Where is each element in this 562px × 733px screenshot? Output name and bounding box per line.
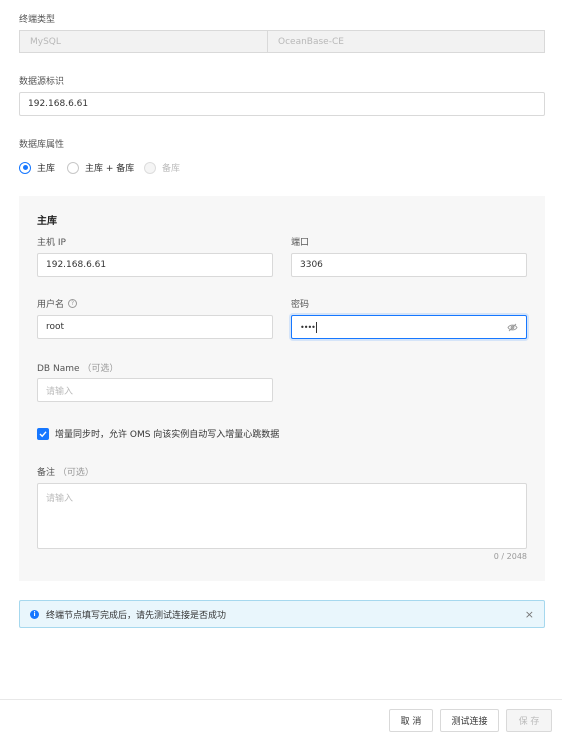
user-input[interactable]: root [37,315,273,339]
endpoint-type-label: 终端类型 [19,15,56,25]
alert-text: 终端节点填写完成后，请先测试连接是否成功 [46,610,227,621]
text-cursor [315,321,317,333]
endpoint-type-oceanbase[interactable]: OceanBase-CE [267,30,545,53]
password-value-wrap: •••• [300,321,317,333]
note-textarea[interactable]: 请输入 [37,483,527,549]
dbname-label: DB Name [37,364,80,374]
radio-primary-standby-dot [67,161,79,174]
save-button[interactable]: 保 存 [506,709,552,732]
password-input[interactable]: •••• [291,315,527,339]
radio-primary-label: 主库 [37,164,56,174]
radio-standby[interactable]: 备库 [144,161,180,174]
note-label-row: 备注 （可选） [37,465,94,478]
cancel-button[interactable]: 取 消 [389,709,433,732]
endpoint-type-mysql[interactable]: MySQL [19,30,268,53]
db-attr-label: 数据库属性 [19,140,65,150]
dbname-label-row: DB Name （可选） [37,361,118,374]
datasource-id-input[interactable]: 192.168.6.61 [19,92,545,116]
heartbeat-checkbox-row[interactable]: 增量同步时，允许 OMS 向该实例自动写入增量心跳数据 [37,427,279,440]
note-optional: （可选） [57,468,94,478]
dbname-input[interactable]: 请输入 [37,378,273,402]
user-label: 用户名 [37,300,65,310]
note-label: 备注 [37,468,56,478]
host-label: 主机 IP [37,238,66,248]
help-icon[interactable]: ? [68,299,78,308]
radio-primary[interactable]: 主库 [19,161,55,174]
radio-primary-standby[interactable]: 主库 + 备库 [67,161,134,174]
primary-title: 主库 [37,216,57,227]
radio-primary-standby-label: 主库 + 备库 [85,164,135,174]
user-label-row: 用户名 ? [37,297,78,310]
eye-invisible-icon[interactable] [507,323,518,332]
radio-primary-dot [19,161,31,174]
dbname-optional: （可选） [82,364,119,374]
heartbeat-label: 增量同步时，允许 OMS 向该实例自动写入增量心跳数据 [55,430,280,440]
port-input[interactable]: 3306 [291,253,527,277]
password-label: 密码 [291,300,310,310]
checkbox-checked-icon[interactable] [37,427,49,440]
radio-standby-dot [144,161,156,174]
host-input[interactable]: 192.168.6.61 [37,253,273,277]
note-char-count: 0 / 2048 [493,552,527,561]
test-connection-button[interactable]: 测试连接 [440,709,499,732]
info-alert: i 终端节点填写完成后，请先测试连接是否成功 × [19,600,545,628]
datasource-id-label: 数据源标识 [19,77,65,87]
footer-divider [0,699,562,700]
port-label: 端口 [291,238,310,248]
password-value: •••• [300,322,316,332]
radio-standby-label: 备库 [162,164,181,174]
info-icon: i [30,609,39,619]
close-icon[interactable]: × [525,608,534,621]
